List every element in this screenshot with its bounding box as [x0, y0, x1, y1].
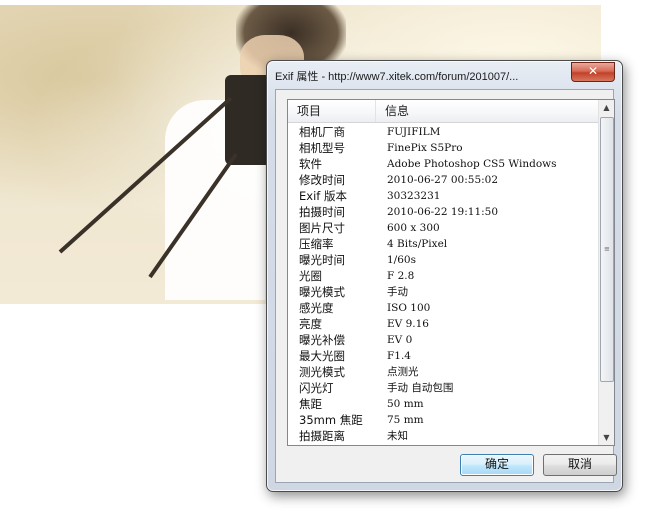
list-item-key: 测光模式: [299, 365, 345, 379]
list-item-value: F1.4: [387, 350, 411, 362]
vertical-scrollbar[interactable]: ▲ ≡ ▼: [598, 100, 614, 445]
list-item-value: 600 x 300: [387, 222, 440, 234]
list-item-key: 相机型号: [299, 141, 345, 155]
list-item-key: 闪光灯: [299, 381, 334, 395]
list-item-value: 50 mm: [387, 398, 424, 410]
dialog-title: Exif 属性 - http://www7.xitek.com/forum/20…: [275, 71, 519, 83]
list-item-key: 光圈: [299, 269, 322, 283]
list-item[interactable]: 焦距 50 mm: [288, 396, 599, 412]
list-item-key: 相机厂商: [299, 125, 345, 139]
list-item-key: 修改时间: [299, 173, 345, 187]
ok-button[interactable]: 确定: [460, 454, 534, 476]
list-item-value: EV 0: [387, 334, 413, 346]
grip-icon: ≡: [604, 245, 610, 253]
exif-properties-dialog: Exif 属性 - http://www7.xitek.com/forum/20…: [266, 60, 623, 492]
list-item[interactable]: 图片尺寸 600 x 300: [288, 220, 599, 236]
list-item-key: 焦距: [299, 397, 322, 411]
list-item[interactable]: 修改时间 2010-06-27 00:55:02: [288, 172, 599, 188]
list-item[interactable]: 软件 Adobe Photoshop CS5 Windows: [288, 156, 599, 172]
list-item-value: FUJIFILM: [387, 126, 441, 138]
list-item[interactable]: 曝光补偿 EV 0: [288, 332, 599, 348]
list-header: 项目 信息: [288, 100, 599, 123]
close-button[interactable]: ✕: [571, 62, 615, 82]
list-item[interactable]: 曝光时间 1/60s: [288, 252, 599, 268]
list-item-key: 曝光时间: [299, 253, 345, 267]
list-item-key: 压缩率: [299, 237, 334, 251]
list-item-key: 感光度: [299, 301, 334, 315]
list-item-value: 手动: [387, 286, 408, 298]
exif-list-view[interactable]: 项目 信息 相机厂商 FUJIFILM 相机型号 FinePix S5Pro 软件 Ado…: [287, 99, 615, 446]
list-item-value: 75 mm: [387, 414, 424, 426]
list-item-value: F 2.8: [387, 270, 415, 282]
list-item[interactable]: Exif 版本 30323231: [288, 188, 599, 204]
dialog-titlebar[interactable]: Exif 属性 - http://www7.xitek.com/forum/20…: [267, 61, 622, 89]
scroll-up-arrow-icon[interactable]: ▲: [599, 100, 614, 115]
list-item-value: 点测光: [387, 366, 419, 378]
list-item-value: FinePix S5Pro: [387, 142, 463, 154]
cancel-button[interactable]: 取消: [543, 454, 617, 476]
list-item[interactable]: 35mm 焦距 75 mm: [288, 412, 599, 428]
close-icon: ✕: [587, 64, 599, 78]
list-item-key: Exif 版本: [299, 189, 347, 203]
list-item-key: 35mm 焦距: [299, 413, 363, 427]
list-item-value: Adobe Photoshop CS5 Windows: [387, 158, 557, 170]
list-rows: 相机厂商 FUJIFILM 相机型号 FinePix S5Pro 软件 Adobe Pho…: [288, 124, 599, 444]
dialog-client-area: 项目 信息 相机厂商 FUJIFILM 相机型号 FinePix S5Pro 软件 Ado…: [275, 89, 617, 483]
list-item-value: 4 Bits/Pixel: [387, 238, 448, 250]
list-item-value: 未知: [387, 430, 408, 442]
list-item[interactable]: 拍摄距离 未知: [288, 428, 599, 444]
column-header-item[interactable]: 项目: [288, 100, 376, 122]
list-item-value: 1/60s: [387, 254, 416, 266]
scroll-down-arrow-icon[interactable]: ▼: [599, 430, 614, 445]
list-item-key: 曝光模式: [299, 285, 345, 299]
list-item[interactable]: 最大光圈 F1.4: [288, 348, 599, 364]
list-item[interactable]: 光圈 F 2.8: [288, 268, 599, 284]
list-item-key: 亮度: [299, 317, 322, 331]
list-item-key: 拍摄距离: [299, 429, 345, 443]
scrollbar-thumb[interactable]: ≡: [600, 117, 614, 382]
list-item[interactable]: 测光模式 点测光: [288, 364, 599, 380]
list-item[interactable]: 闪光灯 手动 自动包围: [288, 380, 599, 396]
list-item-value: EV 9.16: [387, 318, 429, 330]
list-item-value: 手动 自动包围: [387, 382, 454, 394]
list-item-value: 30323231: [387, 190, 441, 202]
list-item-key: 图片尺寸: [299, 221, 345, 235]
list-item[interactable]: 相机型号 FinePix S5Pro: [288, 140, 599, 156]
list-item-key: 曝光补偿: [299, 333, 345, 347]
list-item-value: 2010-06-22 19:11:50: [387, 206, 499, 218]
list-item[interactable]: 亮度 EV 9.16: [288, 316, 599, 332]
list-item-key: 软件: [299, 157, 322, 171]
list-item-value: ISO 100: [387, 302, 431, 314]
column-header-info[interactable]: 信息: [376, 100, 599, 122]
list-item-value: 2010-06-27 00:55:02: [387, 174, 499, 186]
list-item[interactable]: 感光度 ISO 100: [288, 300, 599, 316]
list-item[interactable]: 压缩率 4 Bits/Pixel: [288, 236, 599, 252]
list-item[interactable]: 拍摄时间 2010-06-22 19:11:50: [288, 204, 599, 220]
list-item-key: 最大光圈: [299, 349, 345, 363]
list-item-key: 拍摄时间: [299, 205, 345, 219]
list-item[interactable]: 相机厂商 FUJIFILM: [288, 124, 599, 140]
list-item[interactable]: 曝光模式 手动: [288, 284, 599, 300]
